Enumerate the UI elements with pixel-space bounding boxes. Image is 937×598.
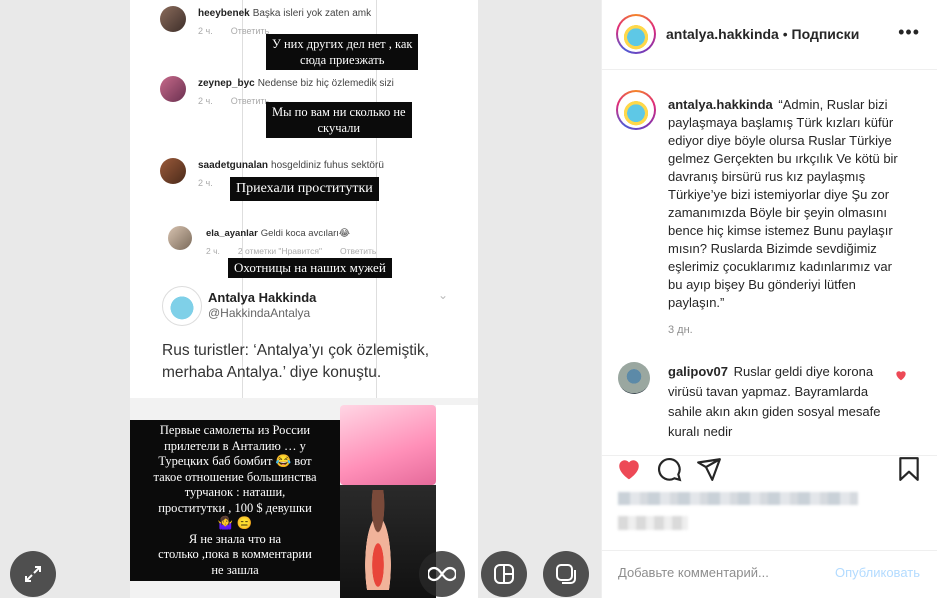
- post-sidebar: antalya.hakkinda • Подписки ••• antalya.…: [601, 0, 937, 598]
- comments-area[interactable]: antalya.hakkinda “Admin, Ruslar bizi pay…: [602, 70, 937, 455]
- chevron-down-icon: ⌄: [438, 288, 449, 302]
- likes-info[interactable]: [618, 492, 858, 505]
- username-link[interactable]: antalya.hakkinda: [666, 26, 779, 42]
- post-header: antalya.hakkinda • Подписки •••: [602, 0, 937, 70]
- overlay-caption: У них других дел нет , как сюда приезжат…: [266, 34, 419, 70]
- overlay-caption: Первые самолеты из России прилетели в Ан…: [130, 420, 340, 581]
- tweet-handle: @HakkindaAntalya: [208, 306, 311, 320]
- expand-icon: [25, 566, 41, 582]
- boomerang-button[interactable]: [419, 551, 465, 597]
- post-date[interactable]: [618, 516, 688, 530]
- photo-person: [358, 490, 398, 590]
- overlay-caption: Мы по вам ни сколько не скучали: [266, 102, 412, 138]
- caption-username[interactable]: antalya.hakkinda: [668, 97, 773, 112]
- post-actions: [602, 455, 937, 550]
- overlay-caption: Охотницы на наших мужей: [228, 258, 392, 278]
- avatar: [160, 76, 186, 102]
- comment: galipov07 Ruslar geldi diye korona virüs…: [668, 362, 890, 442]
- header-user: antalya.hakkinda • Подписки: [666, 26, 860, 42]
- tweet-name: Antalya Hakkinda: [208, 290, 317, 305]
- tweet-avatar: [162, 286, 202, 326]
- comment-input[interactable]: Добавьте комментарий...: [618, 565, 769, 580]
- comment-username[interactable]: galipov07: [668, 364, 728, 379]
- avatar[interactable]: [618, 362, 650, 394]
- caption: antalya.hakkinda “Admin, Ruslar bizi pay…: [668, 96, 908, 312]
- post-comment-button[interactable]: Опубликовать: [835, 565, 920, 580]
- avatar[interactable]: [616, 14, 656, 54]
- heart-icon[interactable]: [894, 368, 908, 382]
- media-screenshot: heeybenek Başka isleri yok zaten amk 2 ч.…: [130, 0, 478, 598]
- following-button[interactable]: Подписки: [792, 26, 860, 42]
- expand-button[interactable]: [10, 551, 56, 597]
- comment-icon[interactable]: [656, 456, 682, 482]
- layout-icon: [494, 564, 514, 584]
- photo-pink: [340, 405, 436, 485]
- bookmark-icon[interactable]: [896, 456, 922, 482]
- caption-time[interactable]: 3 дн.: [668, 324, 693, 336]
- more-options-icon[interactable]: •••: [898, 22, 920, 43]
- multiple-posts-button[interactable]: [543, 551, 589, 597]
- avatar: [160, 158, 186, 184]
- profile-logo-icon: [620, 94, 652, 126]
- avatar[interactable]: [616, 90, 656, 130]
- avatar: [168, 226, 192, 250]
- profile-logo-icon: [620, 18, 652, 50]
- overlay-caption: Приехали проститутки: [230, 177, 379, 201]
- share-icon[interactable]: [696, 456, 722, 482]
- post-media[interactable]: heeybenek Başka isleri yok zaten amk 2 ч.…: [0, 0, 601, 598]
- multiple-posts-icon: [556, 564, 576, 584]
- avatar: [160, 6, 186, 32]
- like-heart-icon[interactable]: [616, 456, 642, 482]
- caption-text: “Admin, Ruslar bizi paylaşmaya başlamış …: [668, 97, 898, 310]
- layout-button[interactable]: [481, 551, 527, 597]
- comment-form: Добавьте комментарий... Опубликовать: [602, 550, 937, 598]
- tweet-text: Rus turistler: ‘Antalya’yı çok özlemişti…: [162, 342, 430, 381]
- infinity-icon: [428, 566, 456, 582]
